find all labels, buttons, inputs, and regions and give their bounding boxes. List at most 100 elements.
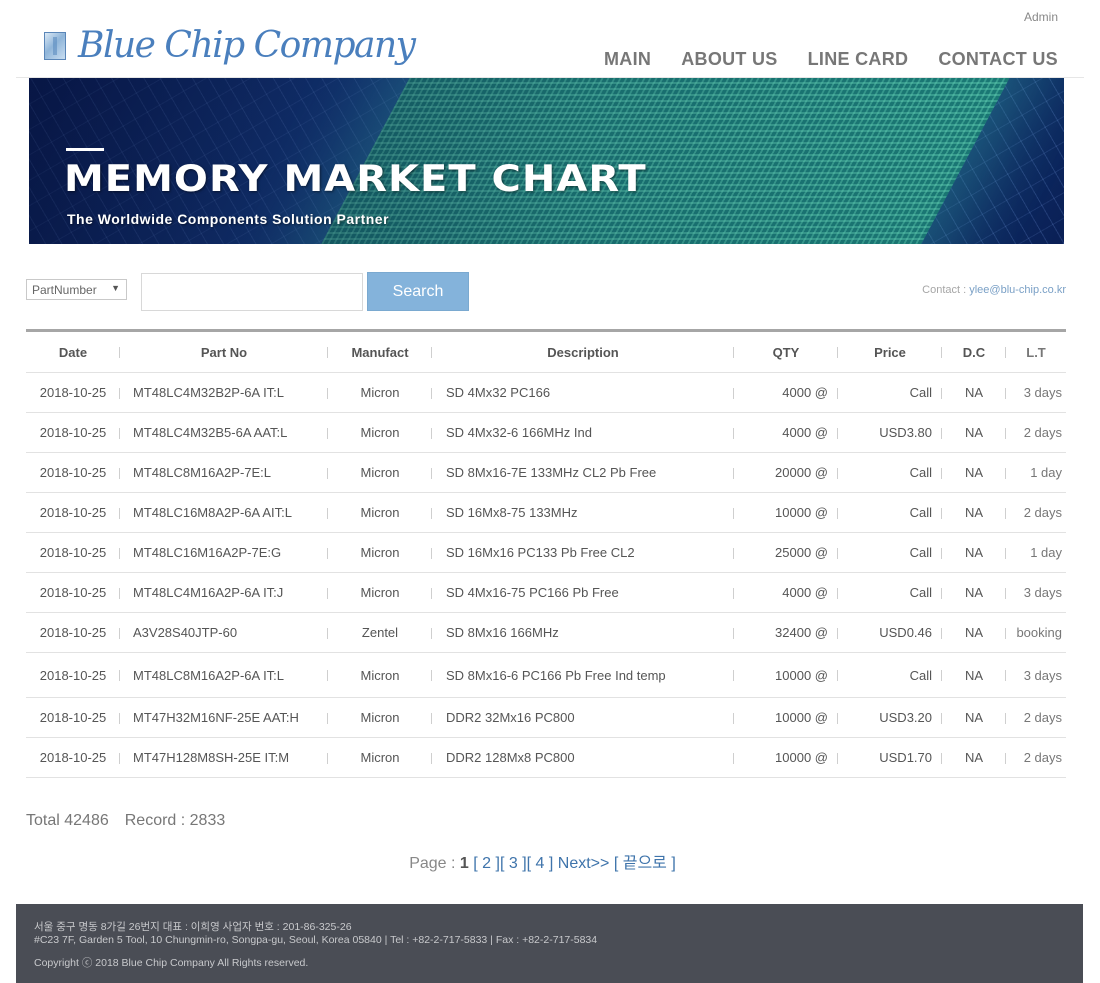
table-row[interactable]: 2018-10-25 A3V28S40JTP-60 Zentel SD 8Mx1… [26, 612, 1066, 653]
cell-price: Call [838, 532, 942, 573]
contact-email-link[interactable]: ylee@blu-chip.co.kr [969, 284, 1066, 296]
search-field-select[interactable]: PartNumber ▼ [26, 279, 127, 300]
cell-manufact: Micron [328, 737, 432, 778]
page-link-3[interactable]: [ 3 ] [500, 855, 527, 872]
cell-description: SD 16Mx8-75 133MHz [432, 492, 734, 533]
page-last-link[interactable]: [ 끝으로 ] [614, 855, 676, 872]
cell-dc: NA [942, 532, 1006, 573]
table-header-row: Date Part No Manufact Description QTY Pr… [26, 330, 1066, 373]
cell-description: SD 4Mx32 PC166 [432, 372, 734, 413]
cell-price: USD1.70 [838, 737, 942, 778]
cell-manufact: Micron [328, 372, 432, 413]
banner-title: MEMORY MARKET CHART [64, 158, 647, 201]
cell-description: SD 16Mx16 PC133 Pb Free CL2 [432, 532, 734, 573]
cell-date: 2018-10-25 [26, 737, 120, 778]
cell-dc: NA [942, 492, 1006, 533]
cell-description: DDR2 32Mx16 PC800 [432, 697, 734, 738]
cell-price: Call [838, 492, 942, 533]
footer-copyright: Copyright ⓒ 2018 Blue Chip Company All R… [34, 957, 309, 969]
cell-qty: 20000 @ [734, 452, 838, 493]
admin-link[interactable]: Admin [1024, 10, 1058, 24]
market-chart-table: Date Part No Manufact Description QTY Pr… [26, 329, 1066, 778]
search-button[interactable]: Search [367, 272, 469, 311]
cell-part-no[interactable]: MT48LC8M16A2P-7E:L [120, 452, 328, 493]
cell-lt: 1 day [1006, 532, 1066, 573]
cell-part-no[interactable]: MT48LC4M32B5-6A AAT:L [120, 412, 328, 453]
banner-subtitle: The Worldwide Components Solution Partne… [67, 211, 390, 227]
cell-date: 2018-10-25 [26, 452, 120, 493]
record-summary: Total 42486 Record : 2833 [26, 812, 225, 830]
logo-chip-icon [44, 32, 66, 60]
table-row[interactable]: 2018-10-25 MT47H32M16NF-25E AAT:H Micron… [26, 697, 1066, 738]
col-header-description: Description [432, 330, 734, 373]
cell-manufact: Micron [328, 492, 432, 533]
cell-description: SD 4Mx32-6 166MHz Ind [432, 412, 734, 453]
cell-lt: 1 day [1006, 452, 1066, 493]
cell-dc: NA [942, 372, 1006, 413]
page-link-4[interactable]: [ 4 ] [527, 855, 554, 872]
table-row[interactable]: 2018-10-25 MT47H128M8SH-25E IT:M Micron … [26, 737, 1066, 778]
cell-description: SD 8Mx16-7E 133MHz CL2 Pb Free [432, 452, 734, 493]
cell-manufact: Micron [328, 652, 432, 698]
page-link-2[interactable]: [ 2 ] [473, 855, 500, 872]
cell-part-no[interactable]: MT48LC8M16A2P-6A IT:L [120, 652, 328, 698]
cell-part-no[interactable]: MT47H128M8SH-25E IT:M [120, 737, 328, 778]
cell-qty: 10000 @ [734, 737, 838, 778]
cell-qty: 10000 @ [734, 492, 838, 533]
cell-manufact: Micron [328, 572, 432, 613]
cell-date: 2018-10-25 [26, 572, 120, 613]
nav-about-us[interactable]: ABOUT US [681, 49, 777, 70]
col-header-qty: QTY [734, 330, 838, 373]
col-header-manufact: Manufact [328, 330, 432, 373]
col-header-date: Date [26, 330, 120, 373]
table-row[interactable]: 2018-10-25 MT48LC4M16A2P-6A IT:J Micron … [26, 572, 1066, 613]
cell-manufact: Micron [328, 412, 432, 453]
cell-lt: 3 days [1006, 372, 1066, 413]
cell-price: Call [838, 372, 942, 413]
table-row[interactable]: 2018-10-25 MT48LC4M32B5-6A AAT:L Micron … [26, 412, 1066, 453]
table-row[interactable]: 2018-10-25 MT48LC4M32B2P-6A IT:L Micron … [26, 372, 1066, 413]
search-input[interactable] [141, 273, 363, 311]
table-row[interactable]: 2018-10-25 MT48LC8M16A2P-7E:L Micron SD … [26, 452, 1066, 493]
cell-price: USD3.20 [838, 697, 942, 738]
cell-manufact: Zentel [328, 612, 432, 653]
logo[interactable]: Blue Chip Company [44, 25, 416, 66]
record-count: Record : 2833 [124, 812, 226, 829]
cell-date: 2018-10-25 [26, 652, 120, 698]
total-count: Total 42486 [26, 812, 109, 829]
cell-part-no[interactable]: MT48LC4M32B2P-6A IT:L [120, 372, 328, 413]
cell-date: 2018-10-25 [26, 612, 120, 653]
col-header-dc: D.C [942, 330, 1006, 373]
nav-main[interactable]: MAIN [604, 49, 651, 70]
cell-part-no[interactable]: MT48LC16M16A2P-7E:G [120, 532, 328, 573]
search-field-select-value: PartNumber [32, 283, 97, 297]
page-next-link[interactable]: Next>> [558, 855, 610, 872]
cell-description: DDR2 128Mx8 PC800 [432, 737, 734, 778]
cell-qty: 10000 @ [734, 652, 838, 698]
table-row[interactable]: 2018-10-25 MT48LC8M16A2P-6A IT:L Micron … [26, 652, 1066, 698]
cell-dc: NA [942, 412, 1006, 453]
cell-part-no[interactable]: MT47H32M16NF-25E AAT:H [120, 697, 328, 738]
banner-accent-line [66, 148, 104, 151]
cell-dc: NA [942, 612, 1006, 653]
cell-price: Call [838, 452, 942, 493]
cell-dc: NA [942, 737, 1006, 778]
cell-manufact: Micron [328, 697, 432, 738]
cell-date: 2018-10-25 [26, 532, 120, 573]
cell-part-no[interactable]: MT48LC16M8A2P-6A AIT:L [120, 492, 328, 533]
footer-address-ko: 서울 중구 명동 8가길 26번지 대표 : 이희영 사업자 번호 : 201-… [34, 921, 352, 933]
cell-date: 2018-10-25 [26, 697, 120, 738]
cell-dc: NA [942, 697, 1006, 738]
table-row[interactable]: 2018-10-25 MT48LC16M8A2P-6A AIT:L Micron… [26, 492, 1066, 533]
table-row[interactable]: 2018-10-25 MT48LC16M16A2P-7E:G Micron SD… [26, 532, 1066, 573]
page-label: Page : [409, 855, 460, 872]
footer-address-en: #C23 7F, Garden 5 Tool, 10 Chungmin-ro, … [34, 934, 598, 946]
nav-contact-us[interactable]: CONTACT US [938, 49, 1058, 70]
cell-part-no[interactable]: A3V28S40JTP-60 [120, 612, 328, 653]
main-nav: MAIN ABOUT US LINE CARD CONTACT US [604, 49, 1058, 70]
logo-text: Blue Chip Company [78, 25, 416, 66]
col-header-price: Price [838, 330, 942, 373]
cell-part-no[interactable]: MT48LC4M16A2P-6A IT:J [120, 572, 328, 613]
contact-label: Contact : [922, 284, 970, 296]
nav-line-card[interactable]: LINE CARD [808, 49, 909, 70]
